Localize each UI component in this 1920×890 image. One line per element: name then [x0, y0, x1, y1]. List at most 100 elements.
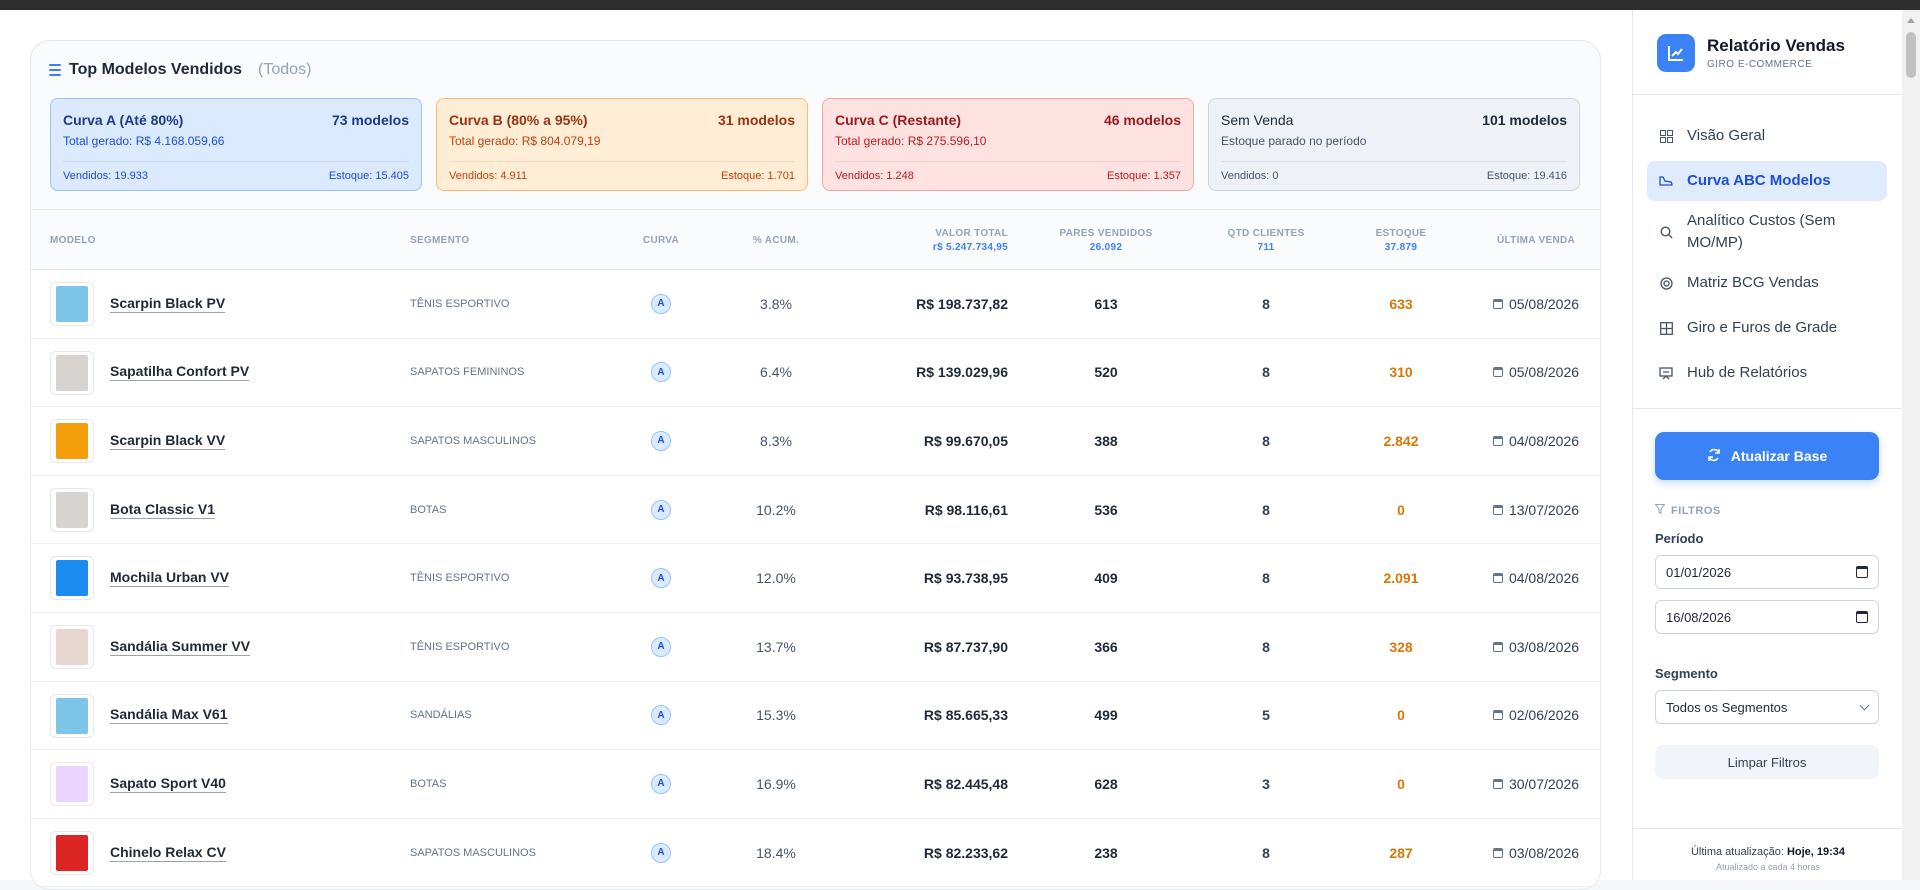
col-curva[interactable]: CURVA: [611, 210, 711, 270]
curve-total: Estoque parado no período: [1221, 134, 1367, 148]
clients-cell: 8: [1262, 501, 1270, 518]
curve-name: Curva B (80% a 95%): [449, 112, 588, 128]
last-sale-cell: 03/08/2026: [1461, 819, 1600, 887]
model-name-link[interactable]: Sapatilha Confort PV: [110, 339, 250, 407]
last-sale-cell: 02/06/2026: [1461, 682, 1600, 750]
nav-curva-abc[interactable]: Curva ABC Modelos: [1647, 161, 1887, 201]
curve-cell: A: [611, 476, 711, 544]
grid-icon: [1659, 129, 1673, 143]
curve-badge: A: [651, 430, 671, 451]
divider: [1633, 828, 1903, 829]
curve-badge: A: [651, 705, 671, 726]
no-sales-card[interactable]: Sem Venda 101 modelos Estoque parado no p…: [1208, 98, 1580, 191]
scrollbar[interactable]: [1902, 10, 1920, 880]
nav-hub-relatorios[interactable]: Hub de Relatórios: [1647, 353, 1887, 393]
col-segmento[interactable]: SEGMENTO: [410, 210, 469, 270]
clear-filters-button[interactable]: Limpar Filtros: [1655, 745, 1879, 779]
pairs-cell: 520: [1094, 364, 1118, 381]
col-qtd[interactable]: QTD CLIENTES 711: [1201, 210, 1331, 270]
curve-badge: A: [651, 773, 671, 794]
curve-total: Total gerado: R$ 4.168.059,66: [63, 134, 225, 148]
value-cell: R$ 82.445,48: [923, 775, 1008, 792]
curve-name: Curva A (Até 80%): [63, 112, 184, 128]
table-header: MODELO SEGMENTO CURVA % ACUM. VALOR TOTA…: [31, 210, 1600, 270]
product-image: [56, 834, 88, 871]
segment-select[interactable]: Todos os Segmentos: [1655, 690, 1879, 724]
date-start-input[interactable]: 01/01/2026: [1655, 555, 1879, 589]
stock-cell: 310: [1389, 364, 1413, 381]
col-pares[interactable]: PARES VENDIDOS 26.092: [1041, 210, 1171, 270]
col-ultima[interactable]: ÚLTIMA VENDA: [1461, 210, 1600, 270]
model-name-link[interactable]: Mochila Urban VV: [110, 544, 230, 612]
curve-stock: Estoque: 1.357: [1106, 170, 1181, 182]
curve-b-card[interactable]: Curva B (80% a 95%) 31 modelos Total gera…: [436, 98, 808, 191]
nav-analitico-custos[interactable]: Analítico Custos (Sem MO/MP): [1647, 206, 1887, 258]
acum-cell: 15.3%: [756, 707, 796, 724]
clients-cell: 3: [1262, 775, 1270, 792]
acum-cell: 13.7%: [756, 638, 796, 655]
product-image: [56, 286, 88, 322]
curve-cell: A: [611, 270, 711, 338]
col-valor[interactable]: VALOR TOTAL r$ 5.247.734,95: [861, 210, 1008, 270]
app-subtitle: GIRO E-COMMERCE: [1707, 59, 1813, 70]
scroll-up-arrow[interactable]: [1907, 18, 1915, 23]
table-row[interactable]: Sapatilha Confort PV SAPATOS FEMININOS A 6.…: [31, 338, 1600, 408]
product-image: [56, 423, 88, 460]
period-label: Período: [1655, 531, 1704, 546]
col-acum[interactable]: % ACUM.: [721, 210, 831, 270]
last-sale-cell: 05/08/2026: [1461, 270, 1600, 338]
calendar-icon: [1492, 367, 1503, 378]
stock-cell: 2.091: [1383, 570, 1419, 587]
acum-cell: 10.2%: [756, 501, 796, 518]
curve-cell: A: [611, 819, 711, 887]
curve-c-card[interactable]: Curva C (Restante) 46 modelos Total gerad…: [822, 98, 1194, 191]
main-content: Top Modelos Vendidos (Todos) Curva A (At…: [0, 10, 1632, 890]
table-row[interactable]: Sandália Max V61 SANDÁLIAS A 15.3% R$ 85.665…: [31, 681, 1600, 751]
table-row[interactable]: Mochila Urban VV TÊNIS ESPORTIVO A 12.0% R$ …: [31, 544, 1600, 613]
curve-cell: A: [611, 407, 711, 475]
table-row[interactable]: Bota Classic V1 BOTAS A 10.2% R$ 98.116,61 53…: [31, 475, 1600, 545]
segment-cell: BOTAS: [410, 503, 447, 516]
sidebar-nav: Visão Geral Curva ABC Modelos Analítico …: [1647, 116, 1887, 398]
calendar-icon[interactable]: [1856, 611, 1868, 623]
curve-stock: Estoque: 1.701: [720, 170, 795, 182]
curve-a-card[interactable]: Curva A (Até 80%) 73 modelos Total gerado…: [50, 98, 422, 191]
nav-visao-geral[interactable]: Visão Geral: [1647, 116, 1887, 156]
pairs-cell: 366: [1094, 638, 1118, 655]
model-name-link[interactable]: Sandália Max V61: [110, 682, 228, 750]
clients-cell: 8: [1262, 638, 1270, 655]
last-sale-cell: 03/08/2026: [1461, 613, 1600, 681]
product-thumbnail: [50, 830, 94, 875]
table-row[interactable]: Scarpin Black PV TÊNIS ESPORTIVO A 3.8% R$ 1…: [31, 270, 1600, 339]
nav-giro-furos[interactable]: Giro e Furos de Grade: [1647, 308, 1887, 348]
model-name-link[interactable]: Scarpin Black VV: [110, 407, 226, 475]
model-name-link[interactable]: Chinelo Relax CV: [110, 819, 226, 887]
table-row[interactable]: Sandália Summer VV TÊNIS ESPORTIVO A 13.7% R…: [31, 612, 1600, 682]
col-modelo[interactable]: MODELO: [50, 210, 96, 270]
value-cell: R$ 198.737,82: [916, 295, 1008, 312]
curve-stock: Estoque: 19.416: [1486, 170, 1567, 182]
update-base-button[interactable]: Atualizar Base: [1655, 432, 1879, 480]
model-name-link[interactable]: Sapato Sport V40: [110, 750, 226, 818]
col-estoque[interactable]: ESTOQUE 37.879: [1336, 210, 1466, 270]
pairs-cell: 409: [1094, 570, 1118, 587]
scrollbar-thumb[interactable]: [1906, 32, 1916, 78]
calendar-icon[interactable]: [1856, 566, 1868, 578]
model-name-link[interactable]: Sandália Summer VV: [110, 613, 251, 681]
nav-matriz-bcg[interactable]: Matriz BCG Vendas: [1647, 263, 1887, 303]
table-row[interactable]: Sapato Sport V40 BOTAS A 16.9% R$ 82.445,48 6…: [31, 750, 1600, 819]
model-name-link[interactable]: Bota Classic V1: [110, 476, 216, 544]
last-sale-cell: 05/08/2026: [1461, 339, 1600, 407]
last-sale-cell: 04/08/2026: [1461, 407, 1600, 475]
product-image: [56, 697, 88, 734]
table-row[interactable]: Chinelo Relax CV SAPATOS MASCULINOS A 18.4%…: [31, 818, 1600, 888]
table-row[interactable]: Scarpin Black VV SAPATOS MASCULINOS A 8.3% R…: [31, 407, 1600, 476]
nav-label: Analítico Custos (Sem MO/MP): [1687, 212, 1836, 251]
refresh-icon: [1707, 448, 1721, 465]
curve-sold: Vendidos: 4.911: [449, 170, 528, 182]
stock-cell: 633: [1389, 295, 1413, 312]
segment-cell: TÊNIS ESPORTIVO: [410, 297, 510, 310]
calendar-icon: [1492, 504, 1503, 515]
date-end-input[interactable]: 16/08/2026: [1655, 600, 1879, 634]
model-name-link[interactable]: Scarpin Black PV: [110, 270, 226, 338]
